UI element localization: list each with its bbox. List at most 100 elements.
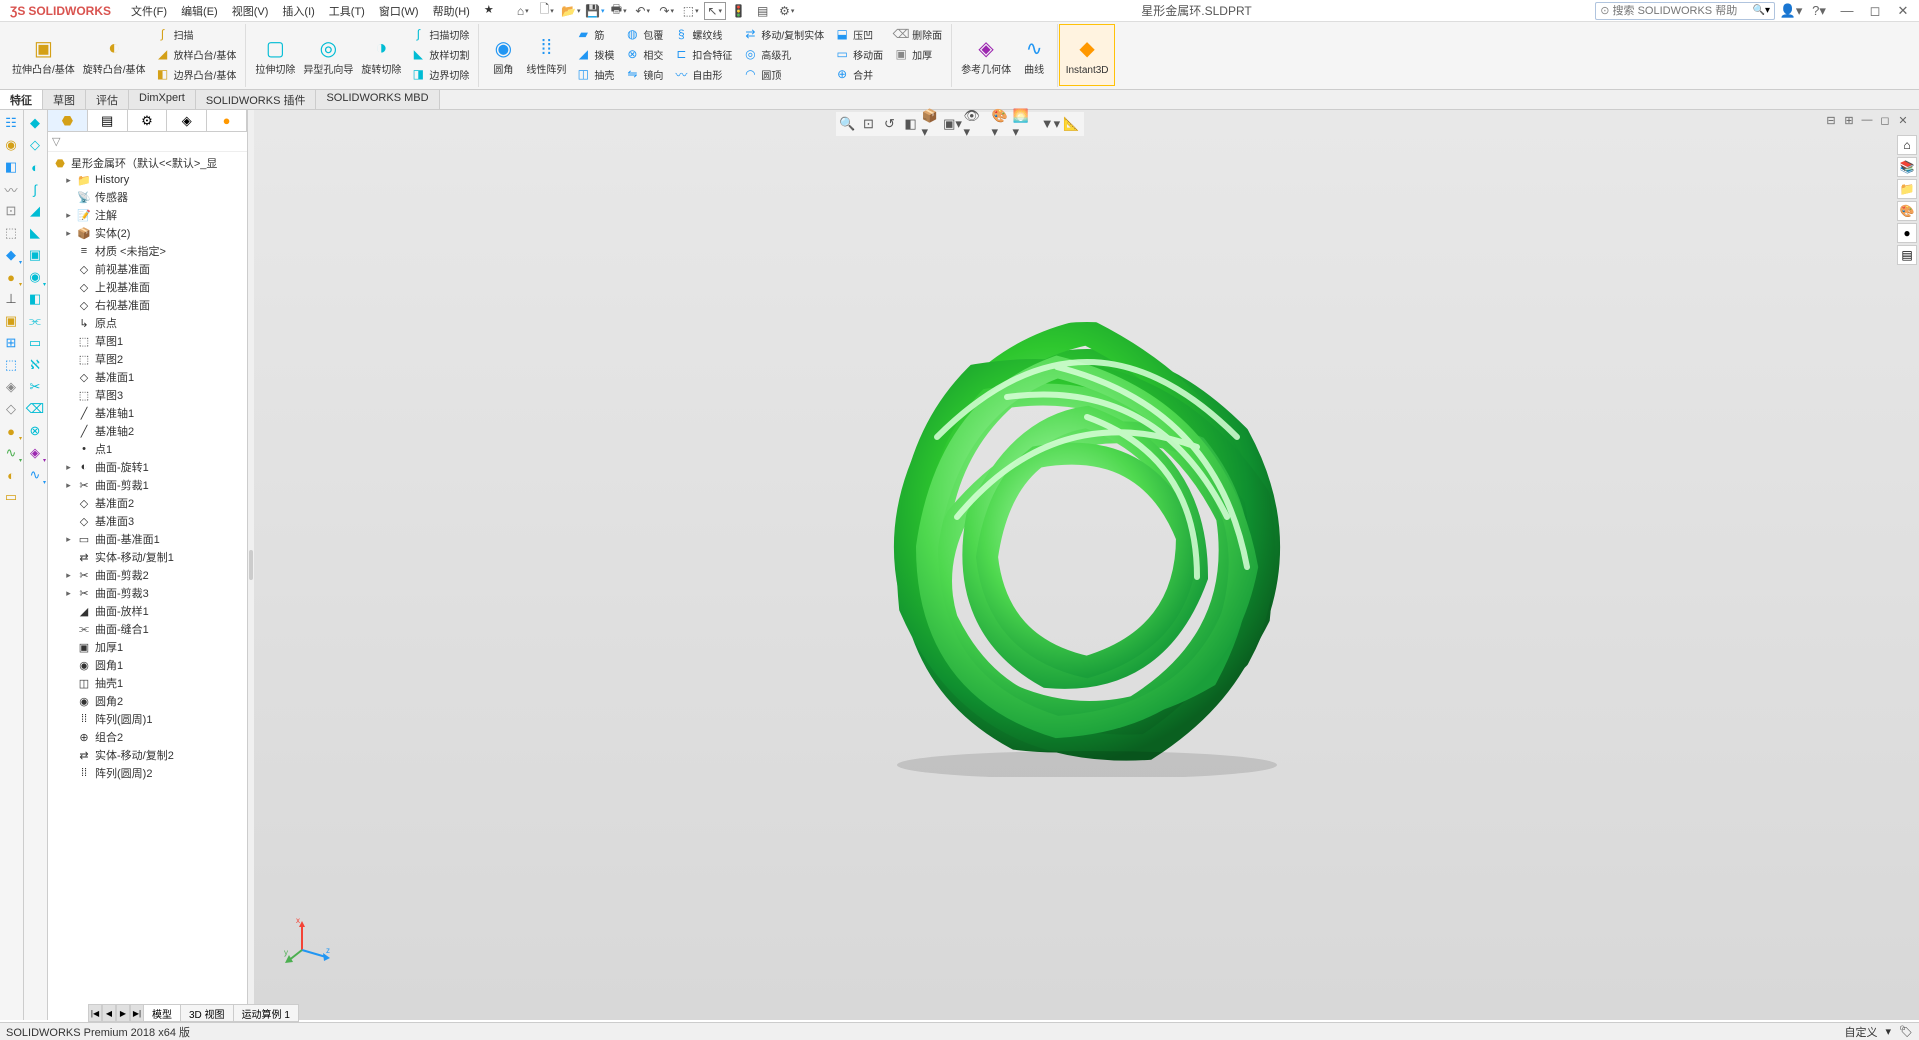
lt1-btn12-icon[interactable]: ⬚ <box>0 354 22 376</box>
tree-expand-icon[interactable]: ▸ <box>64 480 73 491</box>
tree-expand-icon[interactable]: ▸ <box>64 175 73 186</box>
maximize-icon[interactable]: ◻ <box>1863 2 1887 20</box>
qat-print-icon[interactable]: 🖶▾ <box>608 2 630 20</box>
tree-item[interactable]: ⇄实体-移动/复制1 <box>50 548 245 566</box>
taskpane-home-icon[interactable]: ⌂ <box>1897 135 1917 155</box>
vp-cb2-icon[interactable]: ⊞ <box>1841 112 1857 128</box>
lt1-btn18-icon[interactable]: ▭ <box>0 486 22 508</box>
qat-redo-icon[interactable]: ↷▾ <box>656 2 678 20</box>
lt2-btn3-icon[interactable]: ◐ <box>24 156 46 178</box>
tree-expand-icon[interactable]: ▸ <box>64 210 73 221</box>
tree-item[interactable]: ◫抽壳1 <box>50 674 245 692</box>
qat-settings-icon[interactable]: ⚙▾ <box>776 2 798 20</box>
render-icon[interactable]: 📐 <box>1062 114 1082 134</box>
tree-item[interactable]: ⬚草图3 <box>50 386 245 404</box>
close-icon[interactable]: ✕ <box>1891 2 1915 20</box>
search-input[interactable] <box>1613 5 1753 17</box>
taskpane-file-explorer-icon[interactable]: 📁 <box>1897 179 1917 199</box>
tree-root-item[interactable]: ⬣ 星形金属环（默认<<默认>_显 <box>50 154 245 172</box>
loft-button[interactable]: ◢放样凸台/基体 <box>152 44 240 64</box>
boundary-button[interactable]: ◧边界凸台/基体 <box>152 64 240 84</box>
lt2-btn7-icon[interactable]: ▣ <box>24 244 46 266</box>
lt1-btn11-icon[interactable]: ⊞ <box>0 332 22 354</box>
lt1-btn1-icon[interactable]: ☷ <box>0 112 22 134</box>
minimize-icon[interactable]: — <box>1835 2 1859 20</box>
btab-motion[interactable]: 运动算例 1 <box>234 1004 299 1022</box>
tab-mbd[interactable]: SOLIDWORKS MBD <box>316 90 439 109</box>
tree-item[interactable]: ◇上视基准面 <box>50 278 245 296</box>
hide-show-icon[interactable]: 👁▾ <box>964 114 984 134</box>
tree-item[interactable]: ◇基准面2 <box>50 494 245 512</box>
tree-item[interactable]: ◉圆角1 <box>50 656 245 674</box>
tree-item[interactable]: ▸✂曲面-剪裁3 <box>50 584 245 602</box>
tree-item[interactable]: ⊕组合2 <box>50 728 245 746</box>
move-body-button[interactable]: ⇄移动/复制实体 <box>739 24 827 44</box>
btab-3dview[interactable]: 3D 视图 <box>181 1004 234 1022</box>
lt2-btn14-icon[interactable]: ⌫ <box>24 398 46 420</box>
tree-item[interactable]: ◇前视基准面 <box>50 260 245 278</box>
qat-undo-icon[interactable]: ↶▾ <box>632 2 654 20</box>
loft-cut-button[interactable]: ◣放样切割 <box>407 44 472 64</box>
search-box[interactable]: ⊙ 🔍▾ <box>1595 2 1775 20</box>
user-icon[interactable]: 👤▾ <box>1779 2 1803 20</box>
moveface-button[interactable]: ▭移动面 <box>831 44 886 64</box>
tree-expand-icon[interactable]: ▸ <box>64 228 73 239</box>
curves-button[interactable]: ∿曲线 <box>1015 24 1053 86</box>
tree-item[interactable]: ⇄实体-移动/复制2 <box>50 746 245 764</box>
vp-close-icon[interactable]: ✕ <box>1895 112 1911 128</box>
lt2-btn17-icon[interactable]: ∿▾ <box>24 464 46 486</box>
status-tag-icon[interactable]: 🏷 <box>1899 1025 1913 1038</box>
lt2-btn11-icon[interactable]: ▭ <box>24 332 46 354</box>
qat-new-icon[interactable]: 🗋▾ <box>536 2 558 20</box>
tree-expand-icon[interactable]: ▸ <box>64 462 73 473</box>
lt1-btn10-icon[interactable]: ▣ <box>0 310 22 332</box>
lt1-btn6-icon[interactable]: ⬚ <box>0 222 22 244</box>
helix-button[interactable]: §螺纹线 <box>670 24 735 44</box>
lt1-btn8-icon[interactable]: ●▾ <box>0 266 22 288</box>
lt2-btn12-icon[interactable]: ℵ <box>24 354 46 376</box>
revolve-cut-button[interactable]: ◑旋转切除 <box>357 24 405 86</box>
sweep-button[interactable]: ∫扫描 <box>152 24 240 44</box>
fm-tab-property-icon[interactable]: ▤ <box>88 110 128 131</box>
lt1-btn2-icon[interactable]: ◉ <box>0 134 22 156</box>
taskpane-custom-props-icon[interactable]: ▤ <box>1897 245 1917 265</box>
qat-options-icon[interactable]: ▤ <box>752 2 774 20</box>
tree-item[interactable]: ◇右视基准面 <box>50 296 245 314</box>
sweep-cut-button[interactable]: ∫扫描切除 <box>407 24 472 44</box>
edit-appearance-icon[interactable]: 🎨▾ <box>992 114 1012 134</box>
tree-expand-icon[interactable]: ▸ <box>64 570 73 581</box>
menu-view[interactable]: 视图(V) <box>226 1 275 21</box>
lt1-btn5-icon[interactable]: ⊡ <box>0 200 22 222</box>
depress-button[interactable]: ⬓压凹 <box>831 24 886 44</box>
lt2-btn10-icon[interactable]: ⫘ <box>24 310 46 332</box>
tree-item[interactable]: ╱基准轴1 <box>50 404 245 422</box>
thicken-button[interactable]: ▣加厚 <box>890 44 945 64</box>
prev-view-icon[interactable]: ↺ <box>880 114 900 134</box>
qat-select-icon[interactable]: ⬚▾ <box>680 2 702 20</box>
tree-item[interactable]: ⫘曲面-缝合1 <box>50 620 245 638</box>
advhole-button[interactable]: ◎高级孔 <box>739 44 827 64</box>
apply-scene-icon[interactable]: 🌅▾ <box>1013 114 1033 134</box>
graphics-viewport[interactable]: x z y <box>254 110 1919 1020</box>
tree-item[interactable]: ▸✂曲面-剪裁1 <box>50 476 245 494</box>
extrude-boss-button[interactable]: ▣拉伸凸台/基体 <box>8 24 79 86</box>
tree-expand-icon[interactable]: ▸ <box>64 588 73 599</box>
qat-home-icon[interactable]: ⌂▾ <box>512 2 534 20</box>
view-settings-icon[interactable]: ▼▾ <box>1041 114 1061 134</box>
lt2-btn15-icon[interactable]: ⊗ <box>24 420 46 442</box>
lt2-btn5-icon[interactable]: ◢ <box>24 200 46 222</box>
btab-last-icon[interactable]: ▶| <box>130 1004 144 1022</box>
btab-first-icon[interactable]: |◀ <box>88 1004 102 1022</box>
tree-item[interactable]: 📡传感器 <box>50 188 245 206</box>
defeat-button[interactable]: ⌫删除面 <box>890 24 945 44</box>
hole-wizard-button[interactable]: ◎异型孔向导 <box>299 24 357 86</box>
lt1-btn14-icon[interactable]: ◇ <box>0 398 22 420</box>
menu-window[interactable]: 窗口(W) <box>373 1 425 21</box>
tree-item[interactable]: ◢曲面-放样1 <box>50 602 245 620</box>
tree-item[interactable]: ◉圆角2 <box>50 692 245 710</box>
refgeo-button[interactable]: ◈参考几何体 <box>957 24 1015 86</box>
tree-expand-icon[interactable]: ▸ <box>64 534 73 545</box>
lt2-btn2-icon[interactable]: ◇ <box>24 134 46 156</box>
tab-dimxpert[interactable]: DimXpert <box>129 90 196 109</box>
tree-item[interactable]: ⁞⁞阵列(圆周)2 <box>50 764 245 782</box>
